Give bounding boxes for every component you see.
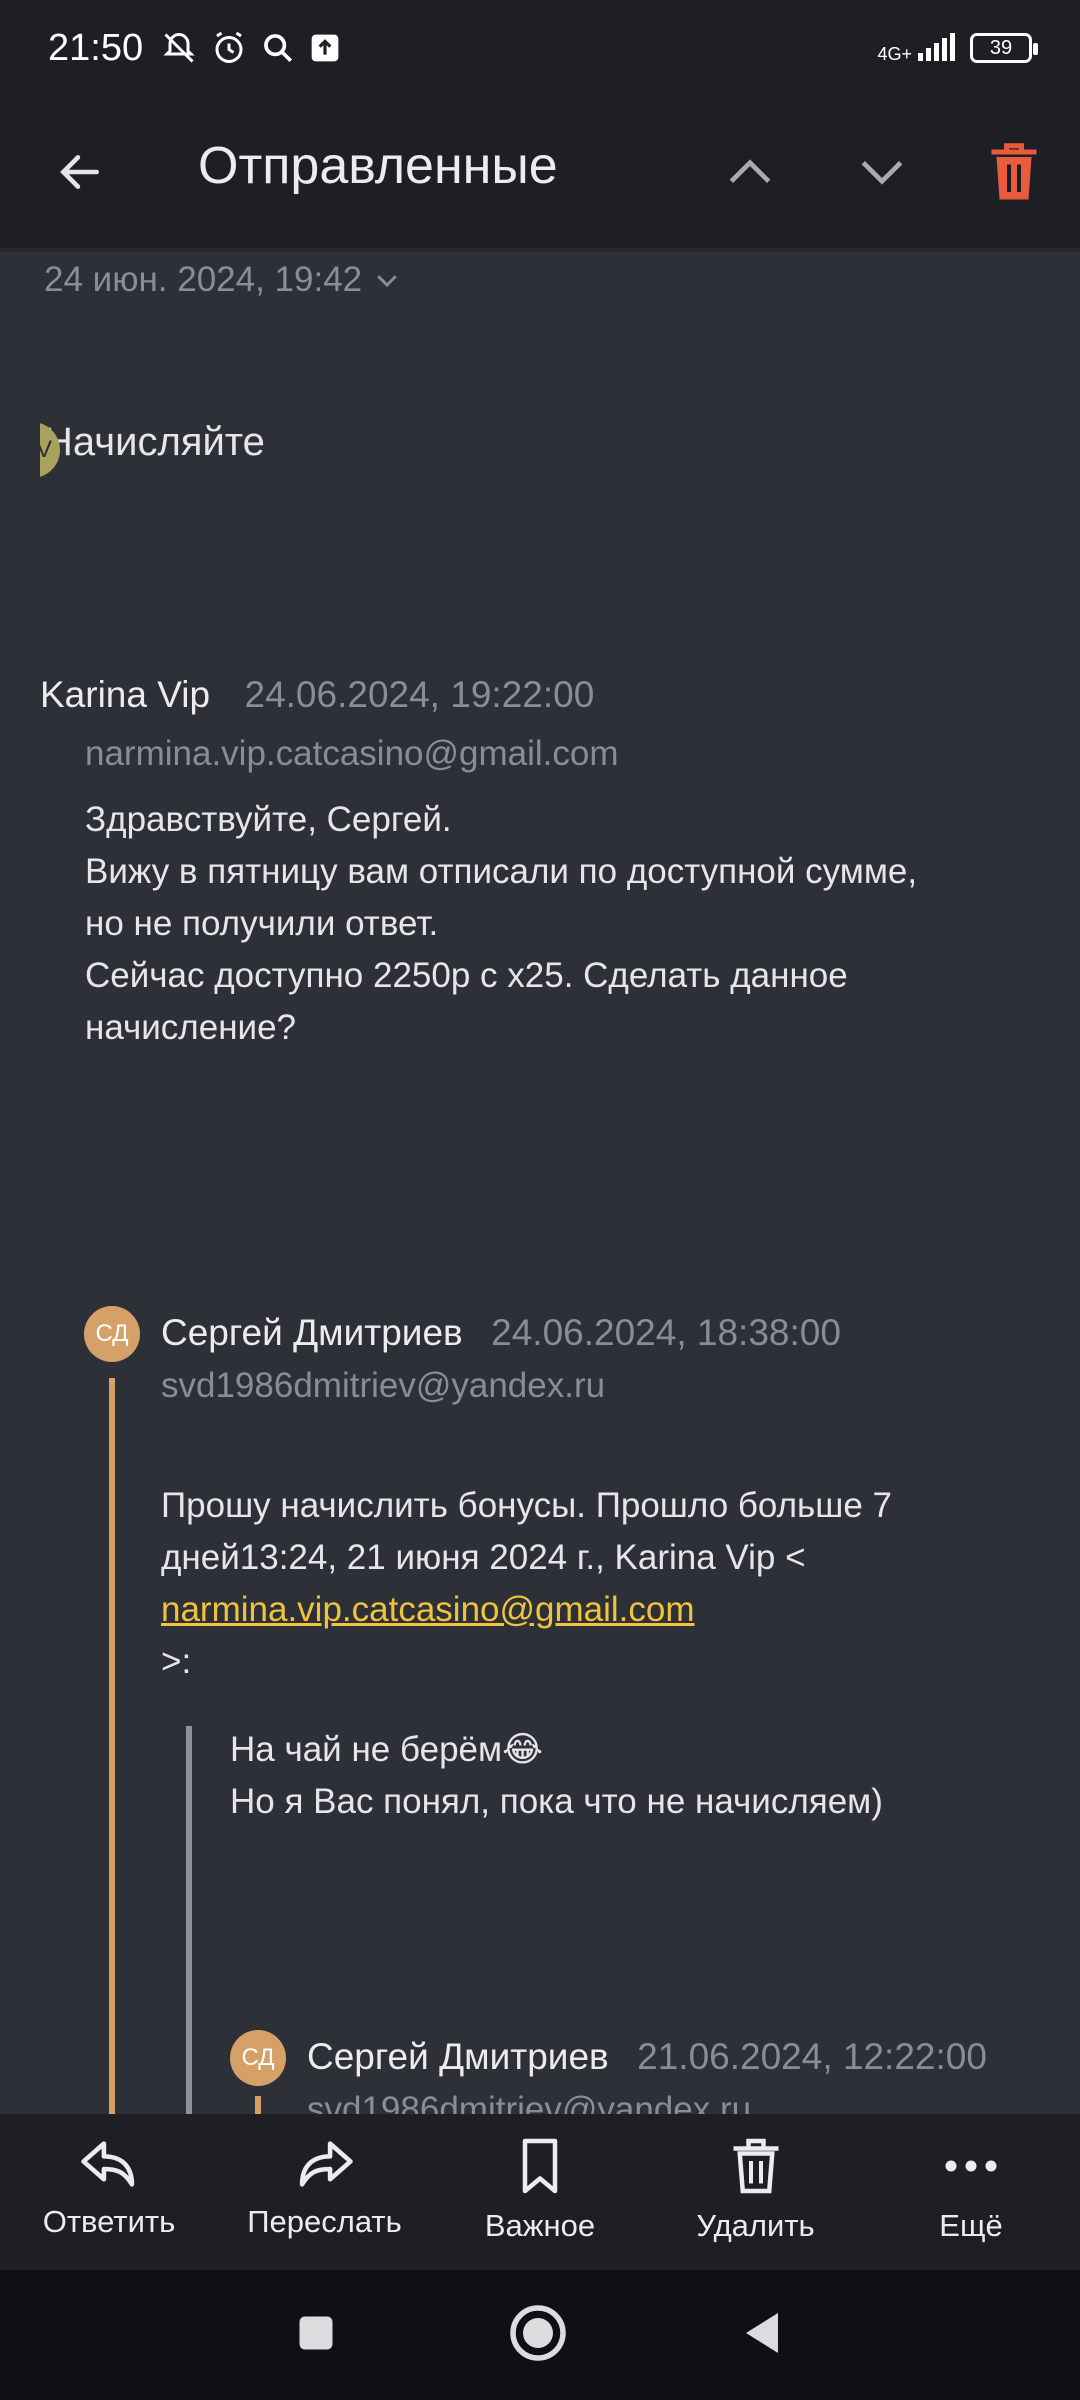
sender-name: Karina Vip <box>40 674 211 715</box>
email-link[interactable]: narmina.vip.catcasino@gmail.com <box>161 1590 695 1629</box>
quote-bar <box>109 1378 115 2114</box>
body-line: Но я Вас понял, пока что не начисляем) <box>230 1782 883 1821</box>
back-nav-button[interactable] <box>738 2307 786 2364</box>
battery-level: 39 <box>989 36 1013 59</box>
quote-header: Сергей Дмитриев 21.06.2024, 12:22:00 <box>307 2036 987 2078</box>
upload-icon <box>311 34 339 62</box>
body-line: Прошу начислить бонусы. Прошло больше 7 <box>161 1486 893 1525</box>
message-date-text: 24 июн. 2024, 19:42 <box>44 260 363 299</box>
page-title: Отправленные <box>198 137 558 195</box>
triangle-back-icon <box>746 2312 778 2353</box>
forward-label: Переслать <box>247 2204 402 2239</box>
divider <box>0 248 1080 252</box>
quote-body: На чай не берём😂 Но я Вас понял, пока чт… <box>230 1724 1050 1828</box>
square-icon <box>299 2316 333 2349</box>
home-circle-icon <box>510 2304 566 2361</box>
back-button[interactable] <box>40 132 120 212</box>
body-line: дней13:24, 21 июня 2024 г., Karina Vip < <box>161 1538 806 1577</box>
status-time: 21:50 <box>48 26 144 69</box>
trash-icon <box>991 143 1037 200</box>
sender-date: 21.06.2024, 12:22:00 <box>637 2036 987 2077</box>
sender-email[interactable]: svd1986dmitriev@yandex.ru <box>161 1366 605 1406</box>
reply-icon <box>81 2141 135 2187</box>
important-label: Важное <box>484 2208 596 2243</box>
chevron-down-icon <box>861 161 903 185</box>
chevron-down-icon <box>377 275 397 288</box>
app-bar: Отправленные <box>0 96 1080 248</box>
status-icons-left <box>161 30 341 66</box>
body-line: Здравствуйте, Сергей. <box>85 800 452 839</box>
body-line: но не получили ответ. <box>85 904 439 943</box>
quote-bar <box>255 2096 261 2114</box>
body-line: На чай не берём😂 <box>230 1730 543 1769</box>
chevron-up-icon <box>729 159 771 183</box>
avatar: СД <box>84 1306 140 1362</box>
system-nav-bar <box>0 2270 1080 2400</box>
delete-label: Удалить <box>696 2208 815 2243</box>
message-date[interactable]: 24 июн. 2024, 19:42 <box>44 260 402 300</box>
forward-icon <box>299 2141 353 2187</box>
bell-off-icon <box>163 32 195 63</box>
more-label: Ещё <box>939 2208 1003 2243</box>
body-line: начисление? <box>85 1008 297 1047</box>
quote-bar <box>186 1726 192 2114</box>
forward-button[interactable]: Переслать <box>230 2114 420 2270</box>
search-icon <box>264 34 293 63</box>
quote-header: Сергей Дмитриев 24.06.2024, 18:38:00 <box>161 1312 841 1354</box>
status-bar: 21:50 4G+ 39 <box>0 0 1080 96</box>
message-body-text: Начисляйте <box>44 420 265 464</box>
bookmark-icon <box>522 2138 558 2194</box>
bottom-toolbar: Ответить Переслать Важное Удалить Ещё <box>0 2114 1080 2270</box>
more-dots-icon <box>945 2160 997 2172</box>
signal-icon: 4G+ <box>877 33 956 63</box>
more-button[interactable]: Ещё <box>876 2114 1066 2270</box>
battery-icon: 39 <box>970 33 1038 63</box>
body-line: >: <box>161 1642 192 1681</box>
network-label: 4G+ <box>877 44 912 64</box>
delete-toolbar-button[interactable]: Удалить <box>661 2114 851 2270</box>
status-icons-right: 4G+ 39 <box>877 33 1038 63</box>
quote-body: Здравствуйте, Сергей. Вижу в пятницу вам… <box>85 794 1045 1054</box>
body-line: Вижу в пятницу вам отписали по доступной… <box>85 852 918 891</box>
delete-button[interactable] <box>974 132 1054 212</box>
body-line: Сейчас доступно 2250р с х25. Сделать дан… <box>85 956 848 995</box>
home-button[interactable] <box>508 2303 568 2368</box>
trash-icon <box>733 2138 778 2194</box>
next-message-button[interactable] <box>842 132 922 212</box>
reply-button[interactable]: Ответить <box>14 2114 204 2270</box>
reply-label: Ответить <box>42 2204 176 2239</box>
sender-name: Сергей Дмитриев <box>161 1312 463 1353</box>
sender-name: Сергей Дмитриев <box>307 2036 609 2077</box>
avatar: СД <box>230 2030 286 2086</box>
alarm-icon <box>215 31 243 63</box>
previous-message-button[interactable] <box>710 132 790 212</box>
sender-date: 24.06.2024, 18:38:00 <box>491 1312 841 1353</box>
sender-date: 24.06.2024, 19:22:00 <box>244 674 595 715</box>
arrow-left-icon <box>60 155 99 189</box>
important-button[interactable]: Важное <box>445 2114 635 2270</box>
avatar-mask <box>0 410 40 500</box>
quote-body: Прошу начислить бонусы. Прошло больше 7 … <box>161 1480 1041 1688</box>
sender-email[interactable]: narmina.vip.catcasino@gmail.com <box>85 734 619 774</box>
recents-button[interactable] <box>294 2311 338 2360</box>
quote-header: Karina Vip 24.06.2024, 19:22:00 <box>40 674 594 716</box>
